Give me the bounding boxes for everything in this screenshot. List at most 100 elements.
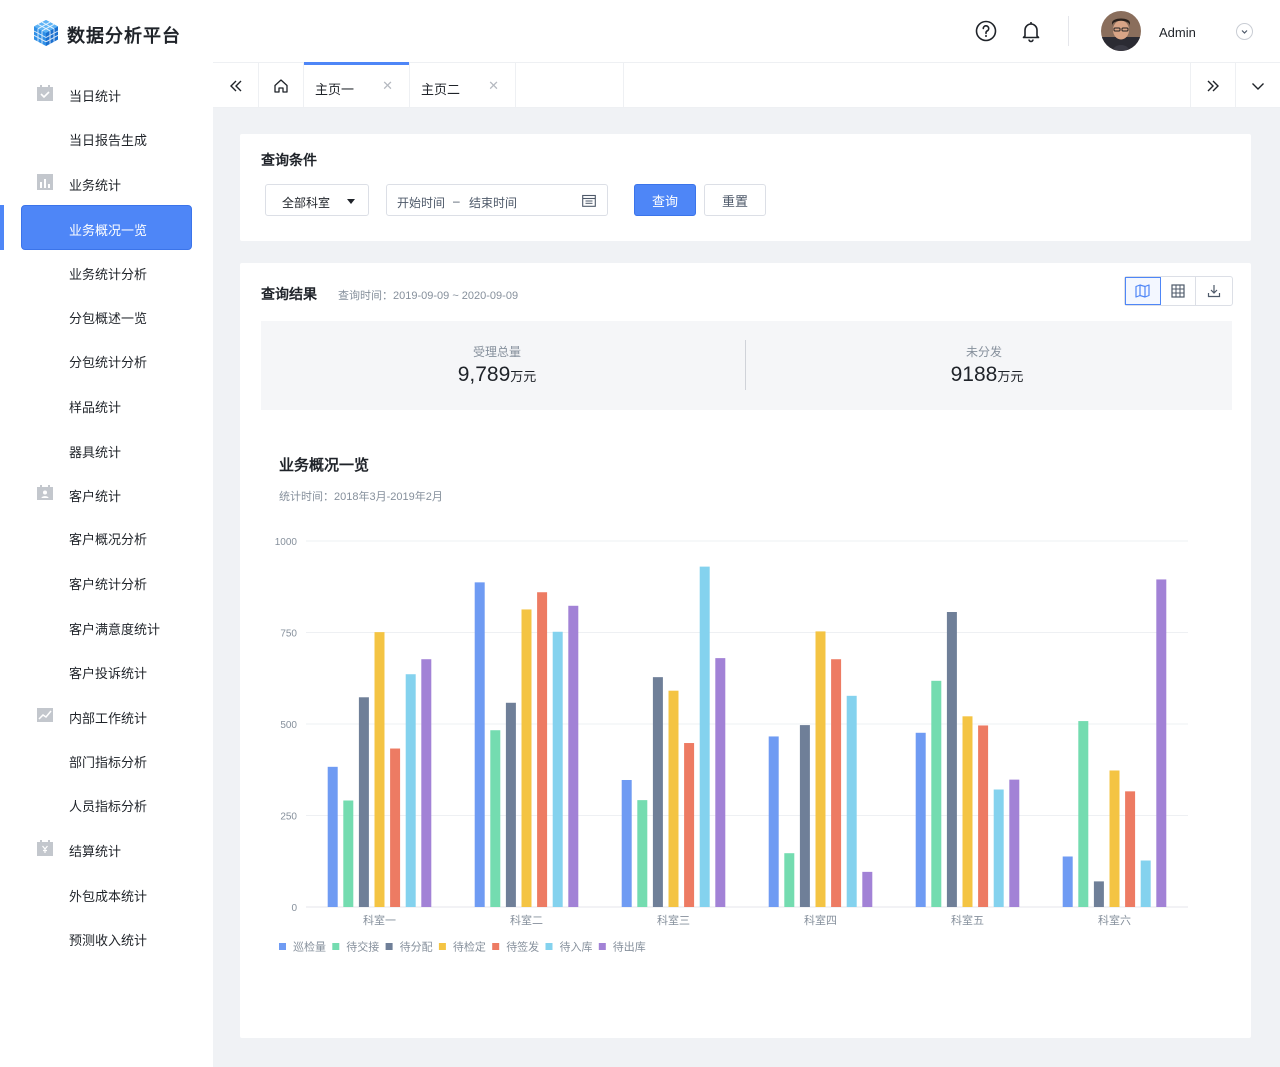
sidebar-item-label: 部门指标分析 xyxy=(69,755,148,770)
bar xyxy=(358,697,369,907)
bar xyxy=(1125,791,1136,907)
sidebar-item-daily-stats[interactable]: 当日统计 xyxy=(0,78,213,108)
bar xyxy=(862,871,873,907)
sidebar-item-label: 客户统计 xyxy=(69,489,122,504)
chart-subtitle: 统计时间：2018年3月-2019年2月 xyxy=(279,491,443,503)
department-select-value: 全部科室 xyxy=(282,196,331,210)
legend-swatch xyxy=(598,943,606,950)
x-tick-label: 科室二 xyxy=(510,913,543,927)
sidebar-item-subcontract-analysis[interactable]: 分包统计分析 xyxy=(0,344,213,374)
summary-divider xyxy=(745,340,746,390)
bar xyxy=(993,789,1004,907)
sidebar-item-label: 分包概述一览 xyxy=(69,311,148,326)
sidebar-item-customer-stats[interactable]: 客户统计 xyxy=(0,478,213,508)
double-chevron-left-icon xyxy=(229,80,241,91)
home-tab-button[interactable] xyxy=(259,63,304,108)
sidebar-item-customer-complaints[interactable]: 客户投诉统计 xyxy=(0,655,213,685)
search-button[interactable]: 查询 xyxy=(634,184,696,216)
legend-swatch xyxy=(332,943,340,950)
sidebar-item-label: 客户概况分析 xyxy=(69,532,148,547)
double-chevron-right-icon xyxy=(1207,80,1219,91)
bar xyxy=(1062,856,1073,907)
tab-home-one[interactable]: 主页一 ✕ xyxy=(304,62,410,108)
undistributed-label: 未分发 xyxy=(965,345,1002,359)
sidebar-item-business-overview[interactable]: 业务概况一览 xyxy=(21,205,192,250)
bar xyxy=(784,853,795,907)
bar xyxy=(1140,860,1151,907)
scroll-tabs-right-button[interactable] xyxy=(1190,63,1236,108)
collapse-sidebar-button[interactable] xyxy=(213,63,259,108)
table-grid-icon xyxy=(1171,284,1185,298)
bar xyxy=(568,605,579,907)
bar xyxy=(474,582,485,907)
close-icon[interactable]: ✕ xyxy=(382,78,393,94)
download-button[interactable] xyxy=(1196,277,1232,305)
bar xyxy=(637,800,648,907)
sidebar-item-label: 客户统计分析 xyxy=(69,577,148,592)
start-date-placeholder[interactable]: 开始时间 xyxy=(397,194,445,211)
sidebar-item-label: 内部工作统计 xyxy=(69,711,148,726)
sidebar-item-customer-analysis[interactable]: 客户统计分析 xyxy=(0,566,213,596)
date-range-picker[interactable]: 开始时间 – 结束时间 xyxy=(386,184,608,216)
reset-button[interactable]: 重置 xyxy=(704,184,766,216)
bar xyxy=(768,736,779,907)
avatar[interactable] xyxy=(1101,11,1141,51)
bar xyxy=(815,631,826,907)
legend-label: 待出库 xyxy=(613,940,646,954)
sidebar-item-settlement-stats[interactable]: 结算统计 xyxy=(0,833,213,863)
bar xyxy=(343,800,354,907)
legend-label: 待交接 xyxy=(346,940,379,954)
bar xyxy=(490,730,501,907)
bar xyxy=(962,716,973,907)
sidebar-item-label: 预测收入统计 xyxy=(69,933,148,948)
bar xyxy=(978,725,989,907)
x-tick-label: 科室四 xyxy=(804,913,837,927)
close-icon[interactable]: ✕ xyxy=(488,78,499,94)
sidebar-item-label: 分包统计分析 xyxy=(69,355,148,370)
sidebar-item-subcontract-overview[interactable]: 分包概述一览 xyxy=(0,300,213,330)
map-book-icon xyxy=(1135,284,1150,298)
sidebar-item-business-analysis[interactable]: 业务统计分析 xyxy=(0,256,213,286)
sidebar-item-label: 客户满意度统计 xyxy=(69,622,161,637)
bar xyxy=(915,732,926,907)
bar xyxy=(1156,579,1167,907)
sidebar-item-instrument-stats[interactable]: 器具统计 xyxy=(0,434,213,464)
undistributed-unit: 万元 xyxy=(997,369,1024,384)
total-accepted-number: 9,789 xyxy=(457,363,511,386)
tab-label: 主页二 xyxy=(421,82,461,97)
sidebar-item-daily-report[interactable]: 当日报告生成 xyxy=(0,122,213,152)
sidebar-item-internal-work[interactable]: 内部工作统计 xyxy=(0,700,213,730)
total-accepted-label: 受理总量 xyxy=(472,345,521,359)
bar xyxy=(946,612,957,907)
user-menu-dropdown[interactable] xyxy=(1236,23,1253,40)
bar xyxy=(374,632,385,907)
sidebar-item-label: 客户投诉统计 xyxy=(69,666,148,681)
active-indicator xyxy=(0,205,4,250)
user-name[interactable]: Admin xyxy=(1159,25,1196,40)
help-icon[interactable] xyxy=(974,19,998,43)
chevron-down-icon xyxy=(1241,30,1248,34)
trend-line-icon xyxy=(37,708,53,722)
legend-label: 巡检量 xyxy=(293,940,326,954)
sidebar-item-dept-metrics[interactable]: 部门指标分析 xyxy=(0,744,213,774)
logo-icon xyxy=(33,20,59,46)
table-view-button[interactable] xyxy=(1161,277,1197,305)
sidebar-item-staff-metrics[interactable]: 人员指标分析 xyxy=(0,788,213,818)
query-time-range: 查询时间：2019-09-09 ~ 2020-09-09 xyxy=(338,290,519,302)
sidebar-item-revenue-forecast[interactable]: 预测收入统计 xyxy=(0,922,213,952)
chart-view-button[interactable] xyxy=(1125,277,1161,305)
bar xyxy=(668,690,679,907)
y-tick-label: 0 xyxy=(291,903,297,914)
bell-icon[interactable] xyxy=(1019,19,1043,43)
sidebar-item-outsourcing-cost[interactable]: 外包成本统计 xyxy=(0,878,213,908)
tab-home-two[interactable]: 主页二 ✕ xyxy=(410,63,516,108)
end-date-placeholder[interactable]: 结束时间 xyxy=(469,194,517,211)
sidebar-item-label: 业务统计分析 xyxy=(69,267,148,282)
sidebar-item-label: 业务统计 xyxy=(69,178,122,193)
department-select[interactable]: 全部科室 xyxy=(265,184,369,216)
sidebar-item-customer-satisfaction[interactable]: 客户满意度统计 xyxy=(0,611,213,641)
sidebar-item-sample-stats[interactable]: 样品统计 xyxy=(0,389,213,419)
sidebar-item-business-stats[interactable]: 业务统计 xyxy=(0,167,213,197)
sidebar-item-customer-overview[interactable]: 客户概况分析 xyxy=(0,521,213,551)
tab-menu-button[interactable] xyxy=(1236,63,1280,108)
